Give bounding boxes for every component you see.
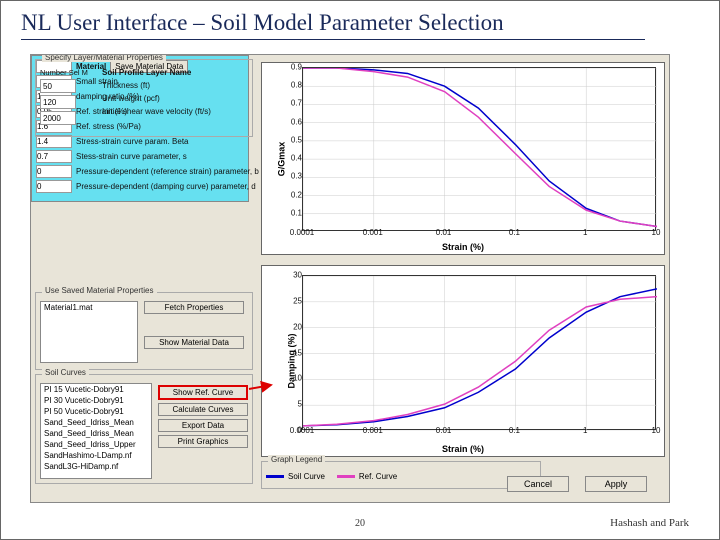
list-item[interactable]: Sand_Seed_Idriss_Mean — [41, 428, 151, 439]
list-item[interactable]: SandHashimo-LDamp.nf — [41, 450, 151, 461]
saved-material-group: Use Saved Material Properties Material1.… — [35, 292, 253, 370]
layer-label: Number Sel M — [40, 68, 96, 77]
list-item[interactable]: SandL3G-HiDamp.nf — [41, 461, 151, 472]
param-label: Stess-strain curve parameter, s — [76, 152, 187, 161]
list-item[interactable]: Sand_Seed_Idriss_Upper — [41, 439, 151, 450]
page-title: NL User Interface – Soil Model Parameter… — [21, 9, 699, 37]
param-input[interactable] — [36, 150, 72, 163]
dialog-window: Specify Layer/Material Properties Number… — [30, 54, 670, 503]
param-input[interactable] — [36, 165, 72, 178]
legend-group: Graph Legend Soil Curve Ref. Curve — [261, 461, 541, 489]
curves-group-label: Soil Curves — [42, 368, 89, 377]
profile-group: Specify Layer/Material Properties Number… — [35, 59, 253, 137]
chart2-xlabel: Strain (%) — [442, 444, 484, 454]
legend-ref-swatch — [337, 475, 355, 478]
list-item[interactable]: PI 30 Vucetic-Dobry91 — [41, 395, 151, 406]
title-underline — [21, 39, 699, 40]
param-input[interactable] — [36, 180, 72, 193]
page-number: 20 — [355, 518, 365, 529]
legend-soil-swatch — [266, 475, 284, 478]
show-ref-curve-button[interactable]: Show Ref. Curve — [158, 385, 248, 400]
legend-ref: Ref. Curve — [337, 472, 397, 481]
soil-curves-group: Soil Curves PI 15 Vucetic-Dobry91PI 30 V… — [35, 374, 253, 484]
export-data-button[interactable]: Export Data — [158, 419, 248, 432]
show-material-button[interactable]: Show Material Data — [144, 336, 244, 349]
unitwt-label: Unit weight (pcf) — [102, 94, 248, 103]
calculate-curves-button[interactable]: Calculate Curves — [158, 403, 248, 416]
saved-group-label: Use Saved Material Properties — [42, 286, 157, 295]
list-item[interactable]: PI 15 Vucetic-Dobry91 — [41, 384, 151, 395]
thickness-label: Thickness (ft) — [102, 81, 248, 90]
chart2-plot — [302, 275, 656, 430]
profile-group-label: Specify Layer/Material Properties — [42, 54, 166, 62]
curves-listbox[interactable]: PI 15 Vucetic-Dobry91PI 30 Vucetic-Dobry… — [40, 383, 152, 479]
list-item[interactable]: PI 50 Vucetic-Dobry91 — [41, 406, 151, 417]
legend-ref-label: Ref. Curve — [359, 472, 397, 481]
cancel-button[interactable]: Cancel — [507, 476, 569, 492]
thickness-input[interactable] — [40, 79, 76, 93]
name-heading: Soil Profile Layer Name — [102, 68, 248, 77]
chart1-xlabel: Strain (%) — [442, 242, 484, 252]
legend-soil: Soil Curve — [266, 472, 325, 481]
param-label: Pressure-dependent (damping curve) param… — [76, 182, 256, 191]
print-graphics-button[interactable]: Print Graphics — [158, 435, 248, 448]
g-gmax-chart: G/Gmax Strain (%) 0.10.20.30.40.50.60.70… — [261, 62, 665, 255]
list-item[interactable]: Sand_Seed_Idriss_Mean — [41, 417, 151, 428]
vs-label: Initial shear wave velocity (ft/s) — [102, 107, 248, 116]
vs-input[interactable] — [40, 111, 76, 125]
legend-group-label: Graph Legend — [268, 455, 325, 464]
apply-button[interactable]: Apply — [585, 476, 647, 492]
param-label: Stress-strain curve param. Beta — [76, 137, 188, 146]
saved-listbox[interactable]: Material1.mat — [40, 301, 138, 363]
chart1-plot — [302, 67, 656, 231]
unitwt-input[interactable] — [40, 95, 76, 109]
damping-chart: Damping (%) Strain (%) 051015202530 0.00… — [261, 265, 665, 457]
authors: Hashash and Park — [610, 517, 689, 529]
legend-soil-label: Soil Curve — [288, 472, 325, 481]
list-item[interactable]: Material1.mat — [41, 302, 137, 313]
fetch-properties-button[interactable]: Fetch Properties — [144, 301, 244, 314]
param-label: Pressure-dependent (reference strain) pa… — [76, 167, 259, 176]
